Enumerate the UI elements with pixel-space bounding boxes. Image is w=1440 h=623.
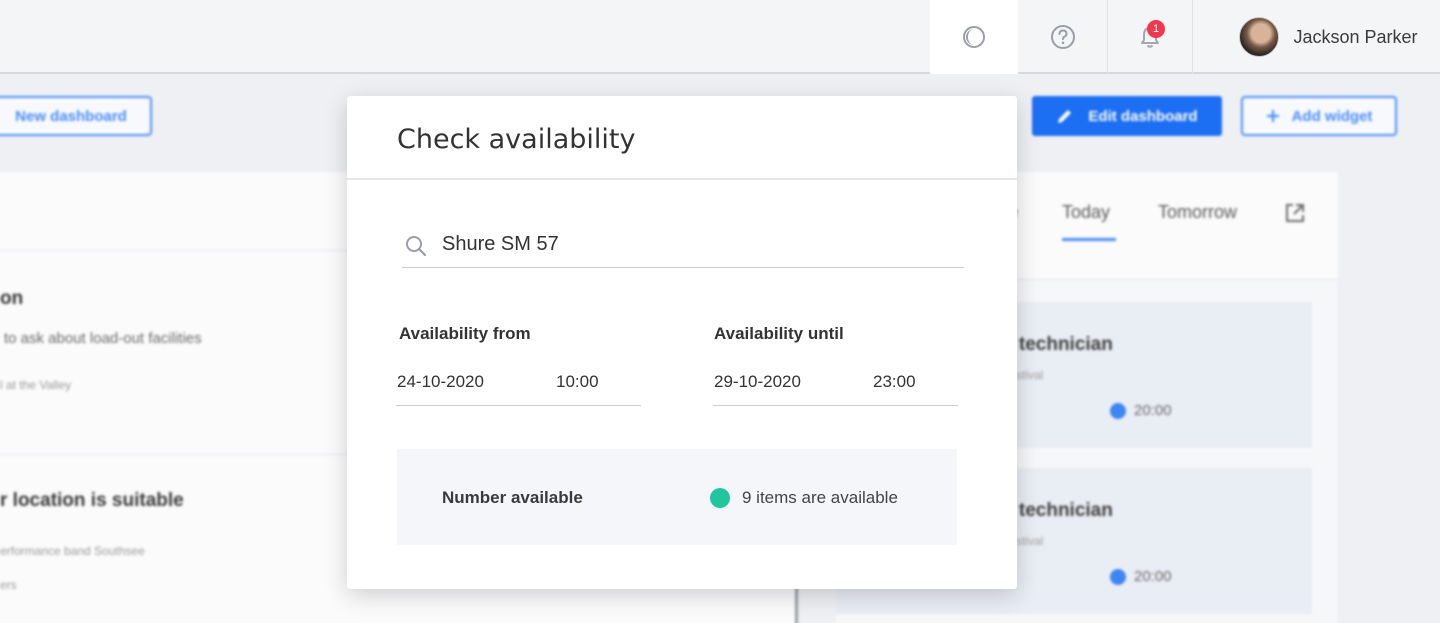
until-date[interactable]: 29-10-2020: [714, 372, 801, 392]
event-subtitle: stival: [1016, 368, 1044, 382]
tab-active-indicator: [1062, 238, 1116, 241]
plus-icon: [1266, 110, 1279, 122]
until-time[interactable]: 23:00: [873, 372, 916, 392]
task-subtitle: to ask about load-out facilities: [4, 330, 202, 347]
notifications-button[interactable]: [1108, 0, 1193, 74]
theme-toggle-icon: [963, 26, 985, 48]
notification-badge: 1: [1147, 20, 1165, 38]
theme-toggle-button[interactable]: [930, 0, 1018, 74]
help-icon: [1050, 25, 1075, 49]
availability-from-field[interactable]: 24-10-2020 10:00: [396, 362, 641, 406]
new-dashboard-label: New dashboard: [15, 107, 127, 125]
avatar: [1239, 17, 1280, 57]
user-menu[interactable]: Jackson Parker: [1193, 0, 1440, 74]
task-title: on: [0, 288, 24, 309]
event-title: d technician: [1002, 334, 1113, 355]
from-date[interactable]: 24-10-2020: [397, 372, 484, 392]
modal-title: Check availability: [397, 124, 636, 155]
from-time[interactable]: 10:00: [556, 372, 599, 392]
availability-status: 9 items are available: [710, 488, 898, 508]
number-available-label: Number available: [442, 488, 583, 507]
status-dot-icon: [710, 488, 730, 508]
add-widget-button[interactable]: Add widget: [1241, 96, 1397, 136]
availability-until-label: Availability until: [714, 324, 844, 343]
availability-from-label: Availability from: [399, 324, 531, 343]
task-meta: ers: [0, 578, 17, 592]
clock-icon: [1110, 568, 1126, 585]
event-subtitle: stival: [1016, 534, 1044, 548]
edit-dashboard-button[interactable]: Edit dashboard: [1032, 96, 1222, 136]
event-time-value: 20:00: [1134, 402, 1172, 419]
search-icon: [406, 236, 427, 257]
add-widget-label: Add widget: [1291, 107, 1373, 125]
event-time-value: 20:00: [1134, 568, 1172, 585]
pencil-icon: [1058, 110, 1072, 123]
task-meta: l at the Valley: [0, 378, 72, 392]
top-bar: 1 Jackson Parker: [0, 0, 1440, 74]
tab-tomorrow[interactable]: Tomorrow: [1158, 202, 1237, 223]
availability-result: Number available 9 items are available: [397, 449, 957, 545]
search-field[interactable]: [402, 226, 964, 268]
help-button[interactable]: [1018, 0, 1108, 74]
tab-today[interactable]: Today: [1062, 202, 1110, 223]
clock-icon: [1110, 402, 1126, 419]
event-time: 20:00: [1110, 568, 1172, 585]
event-title: d technician: [1002, 500, 1113, 521]
task-title: r location is suitable: [0, 490, 184, 511]
external-link-icon[interactable]: [1284, 202, 1306, 224]
check-availability-modal: Check availability Availability from 24-…: [347, 96, 1017, 589]
new-dashboard-button[interactable]: New dashboard: [0, 96, 152, 136]
availability-status-text: 9 items are available: [742, 488, 898, 507]
user-name: Jackson Parker: [1293, 26, 1418, 47]
event-time: 20:00: [1110, 402, 1172, 419]
availability-until-field[interactable]: 29-10-2020 23:00: [713, 362, 958, 406]
modal-header: Check availability: [347, 96, 1017, 180]
search-input[interactable]: [442, 228, 942, 260]
task-meta: erformance band Southsee: [0, 544, 145, 558]
edit-dashboard-label: Edit dashboard: [1088, 107, 1198, 125]
